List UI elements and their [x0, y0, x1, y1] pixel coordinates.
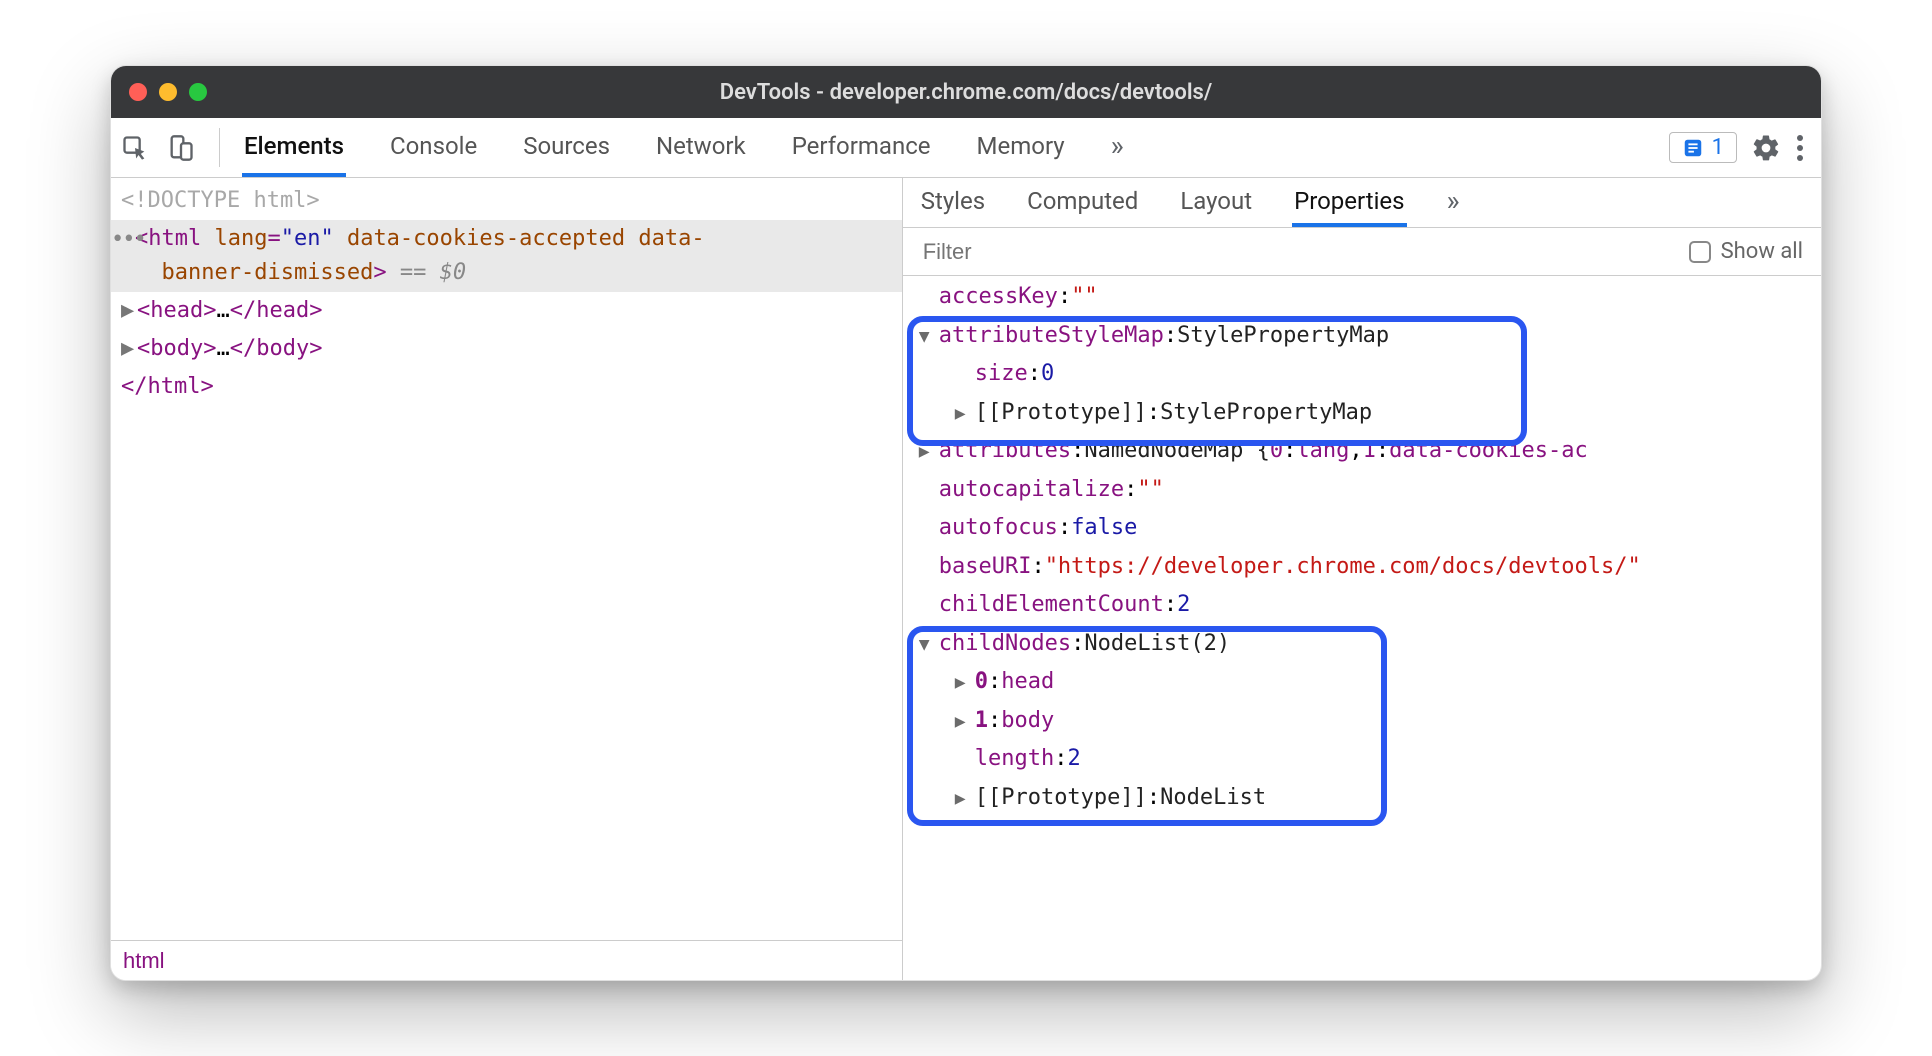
more-options-icon[interactable]	[1795, 133, 1805, 163]
expand-caret-icon[interactable]: ▶	[121, 294, 135, 328]
more-tabs-icon[interactable]: »	[1109, 118, 1126, 177]
dom-doctype[interactable]: <!DOCTYPE html>	[111, 182, 902, 220]
filter-input[interactable]	[921, 238, 1221, 266]
subtab-computed[interactable]: Computed	[1025, 178, 1140, 227]
prop-childnodes[interactable]: ▼ childNodes: NodeList(2)	[907, 625, 1821, 664]
prop-attributestylemap[interactable]: ▼ attributeStyleMap: StylePropertyMap	[907, 317, 1821, 356]
subtab-properties[interactable]: Properties	[1292, 178, 1406, 227]
inspect-element-icon[interactable]	[121, 134, 149, 162]
sidebar-tabs: Styles Computed Layout Properties »	[903, 178, 1821, 228]
checkbox-icon[interactable]	[1689, 241, 1711, 263]
collapse-caret-icon[interactable]: ▼	[919, 629, 935, 661]
expand-caret-icon[interactable]: ▶	[955, 667, 971, 699]
prop-attributes[interactable]: ▶ attributes: NamedNodeMap { 0: lang, 1:…	[907, 432, 1821, 471]
issues-count: 1	[1712, 135, 1724, 160]
show-all-toggle[interactable]: Show all	[1689, 239, 1803, 264]
prop-prototype[interactable]: ▶ [[Prototype]]: StylePropertyMap	[907, 394, 1821, 433]
tab-elements[interactable]: Elements	[242, 118, 346, 177]
prop-size[interactable]: ▶ size: 0	[907, 355, 1821, 394]
prop-childnode-1[interactable]: ▶ 1: body	[907, 702, 1821, 741]
issues-badge[interactable]: 1	[1669, 132, 1737, 163]
subtab-layout[interactable]: Layout	[1178, 178, 1254, 227]
tab-network[interactable]: Network	[654, 118, 748, 177]
subtab-styles[interactable]: Styles	[919, 178, 987, 227]
elements-panel: <!DOCTYPE html> ••• <html lang="en" data…	[111, 178, 903, 980]
settings-icon[interactable]	[1751, 133, 1781, 163]
prop-accesskey[interactable]: ▶ accessKey: ""	[907, 278, 1821, 317]
issues-icon	[1682, 137, 1704, 159]
dom-html-close[interactable]: </html>	[111, 368, 902, 406]
prop-autofocus[interactable]: ▶ autofocus: false	[907, 509, 1821, 548]
prop-childnode-0[interactable]: ▶ 0: head	[907, 663, 1821, 702]
main-tabs: Elements Console Sources Network Perform…	[226, 118, 1669, 177]
minimize-window-button[interactable]	[159, 83, 177, 101]
dom-tree[interactable]: <!DOCTYPE html> ••• <html lang="en" data…	[111, 178, 902, 940]
devtools-window: DevTools - developer.chrome.com/docs/dev…	[110, 65, 1822, 981]
reveal-dots-icon[interactable]: •••	[111, 223, 145, 257]
tab-sources[interactable]: Sources	[521, 118, 612, 177]
breadcrumb-item[interactable]: html	[123, 948, 165, 974]
traffic-lights	[129, 83, 207, 101]
zoom-window-button[interactable]	[189, 83, 207, 101]
dom-body-element[interactable]: ▶ <body>…</body>	[111, 330, 902, 368]
properties-filterbar: Show all	[903, 228, 1821, 276]
tab-memory[interactable]: Memory	[975, 118, 1067, 177]
prop-baseuri[interactable]: ▶ baseURI: "https://developer.chrome.com…	[907, 548, 1821, 587]
prop-autocapitalize[interactable]: ▶ autocapitalize: ""	[907, 471, 1821, 510]
expand-caret-icon[interactable]: ▶	[919, 436, 935, 468]
close-window-button[interactable]	[129, 83, 147, 101]
show-all-label: Show all	[1721, 239, 1803, 264]
properties-list[interactable]: ▶ accessKey: "" ▼ attributeStyleMap: Sty…	[903, 276, 1821, 980]
panels-body: <!DOCTYPE html> ••• <html lang="en" data…	[111, 178, 1821, 980]
sidebar-panel: Styles Computed Layout Properties » Show…	[903, 178, 1821, 980]
more-subtabs-icon[interactable]: »	[1445, 178, 1462, 227]
breadcrumb[interactable]: html	[111, 940, 902, 980]
dom-html-element[interactable]: ••• <html lang="en" data-cookies-accepte…	[111, 220, 902, 292]
collapse-caret-icon[interactable]: ▼	[919, 321, 935, 353]
prop-prototype[interactable]: ▶ [[Prototype]]: NodeList	[907, 779, 1821, 818]
main-tabbar: Elements Console Sources Network Perform…	[111, 118, 1821, 178]
prop-childelementcount[interactable]: ▶ childElementCount: 2	[907, 586, 1821, 625]
expand-caret-icon[interactable]: ▶	[121, 332, 135, 366]
window-title: DevTools - developer.chrome.com/docs/dev…	[111, 80, 1821, 105]
device-toggle-icon[interactable]	[167, 134, 195, 162]
expand-caret-icon[interactable]: ▶	[955, 783, 971, 815]
tab-performance[interactable]: Performance	[790, 118, 933, 177]
dom-head-element[interactable]: ▶ <head>…</head>	[111, 292, 902, 330]
titlebar: DevTools - developer.chrome.com/docs/dev…	[111, 66, 1821, 118]
prop-length[interactable]: ▶ length: 2	[907, 740, 1821, 779]
expand-caret-icon[interactable]: ▶	[955, 706, 971, 738]
tab-console[interactable]: Console	[388, 118, 479, 177]
expand-caret-icon[interactable]: ▶	[955, 398, 971, 430]
